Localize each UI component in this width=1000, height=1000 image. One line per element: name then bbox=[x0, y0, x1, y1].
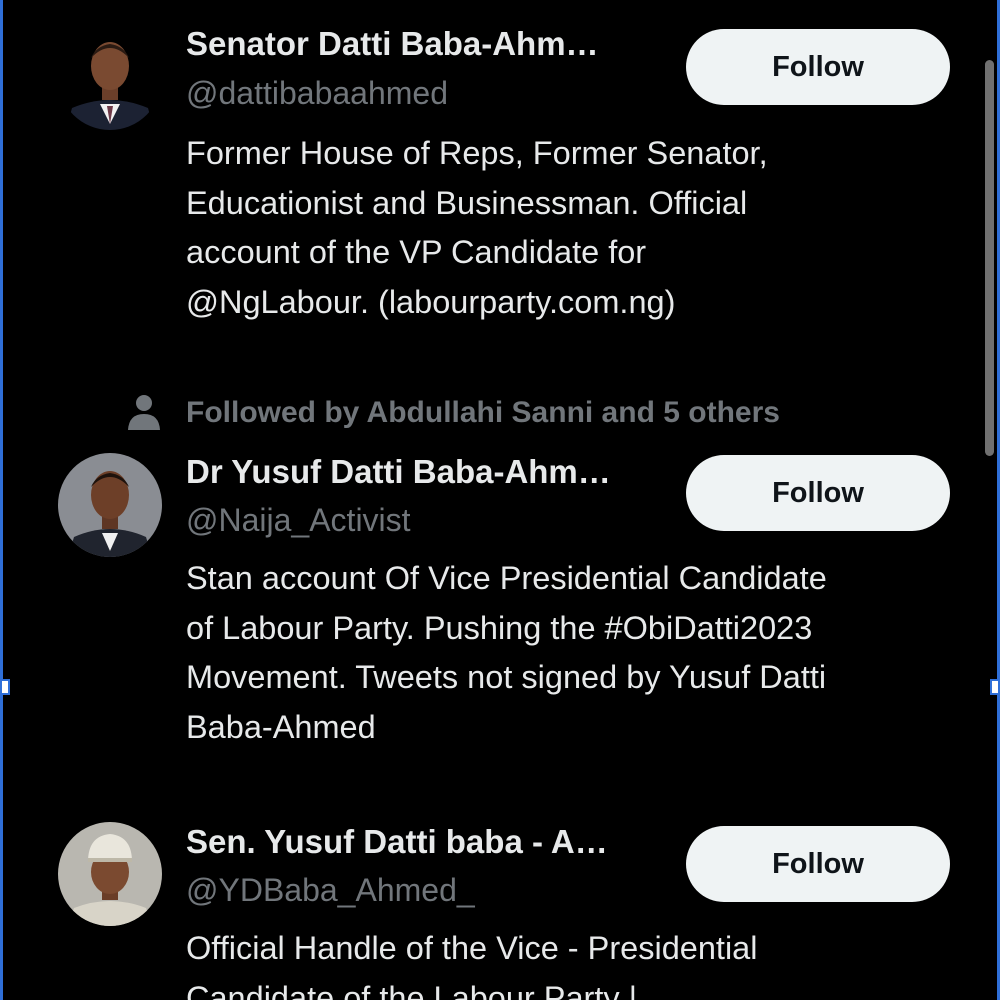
display-name[interactable]: Dr Yusuf Datti Baba-Ahm… bbox=[186, 452, 611, 492]
user-handle[interactable]: @Naija_Activist bbox=[186, 500, 411, 540]
user-card[interactable]: Senator Datti Baba-Ahm… @dattibabaahmed … bbox=[0, 0, 1000, 380]
avatar[interactable] bbox=[58, 822, 162, 926]
person-icon bbox=[128, 395, 160, 430]
bio-line: Former House of Reps, Former Senator, bbox=[186, 135, 768, 171]
avatar[interactable] bbox=[58, 453, 162, 557]
display-name[interactable]: Senator Datti Baba-Ahm… bbox=[186, 24, 599, 64]
user-bio: Official Handle of the Vice - Presidenti… bbox=[186, 924, 956, 1000]
followed-by-context: Followed by Abdullahi Sanni and 5 others bbox=[186, 396, 780, 429]
follow-button[interactable]: Follow bbox=[686, 455, 950, 531]
user-bio: Stan account Of Vice Presidential Candid… bbox=[186, 554, 956, 752]
bio-line: Educationist and Businessman. Official bbox=[186, 184, 748, 221]
user-bio: Former House of Reps, Former Senator, Ed… bbox=[186, 129, 956, 327]
follow-button[interactable]: Follow bbox=[686, 826, 950, 902]
bio-line: @NgLabour. (labourparty.com.ng) bbox=[186, 283, 676, 320]
bio-line: account of the VP Candidate for bbox=[186, 234, 647, 270]
follow-button[interactable]: Follow bbox=[686, 29, 950, 105]
display-name[interactable]: Sen. Yusuf Datti baba - A… bbox=[186, 822, 608, 862]
bio-line: Candidate of the Labour Party | bbox=[186, 979, 638, 1000]
bio-line: Stan account Of Vice Presidential Candid… bbox=[186, 560, 827, 596]
avatar[interactable] bbox=[58, 26, 162, 130]
user-handle[interactable]: @YDBaba_Ahmed_ bbox=[186, 870, 475, 910]
bio-line: Baba-Ahmed bbox=[186, 708, 376, 745]
bio-line: of Labour Party. Pushing the #ObiDatti20… bbox=[186, 609, 813, 646]
user-card[interactable]: Sen. Yusuf Datti baba - A… @YDBaba_Ahmed… bbox=[0, 812, 1000, 1000]
bio-line: Official Handle of the Vice - Presidenti… bbox=[186, 930, 758, 966]
user-card[interactable]: Dr Yusuf Datti Baba-Ahm… @Naija_Activist… bbox=[0, 440, 1000, 780]
user-handle[interactable]: @dattibabaahmed bbox=[186, 73, 448, 113]
bio-line: Movement. Tweets not signed by Yusuf Dat… bbox=[186, 659, 827, 695]
